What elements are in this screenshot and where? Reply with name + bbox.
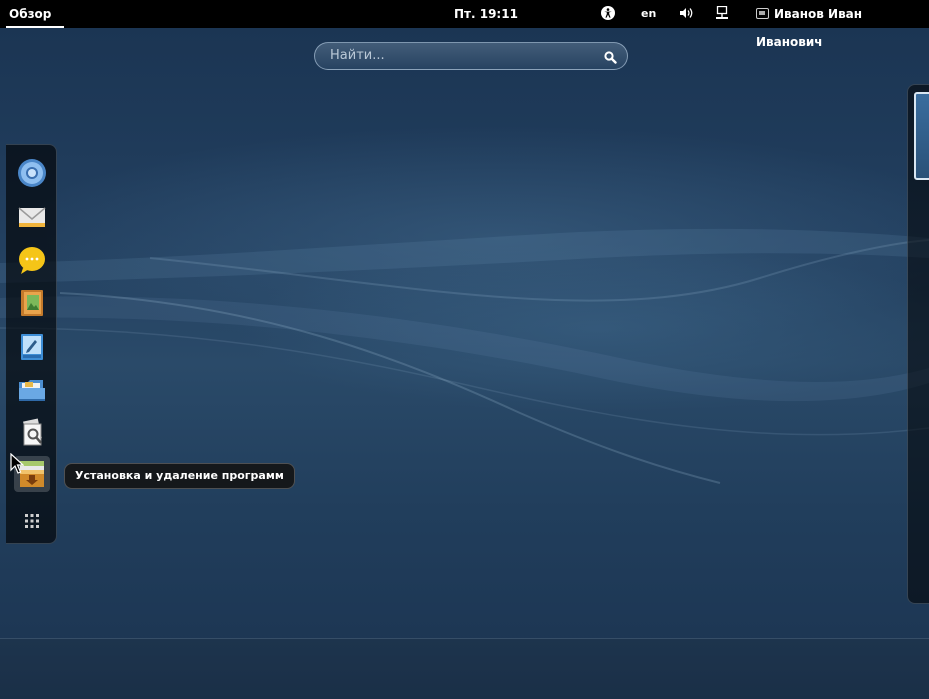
dash-item-mail[interactable] — [16, 201, 48, 233]
folder-icon — [19, 380, 45, 401]
volume-icon[interactable] — [680, 7, 694, 22]
dash-item-files[interactable] — [16, 374, 48, 406]
dash-item-chat[interactable] — [16, 244, 48, 276]
dash-item-text-editor[interactable] — [16, 331, 48, 363]
search-field[interactable]: Найти... — [314, 42, 628, 70]
bottom-panel-strip — [0, 638, 929, 699]
workspace-thumbnail[interactable] — [914, 92, 929, 180]
user-menu[interactable]: Иванов Иван Иванович — [756, 0, 929, 49]
dash — [6, 144, 57, 544]
dash-item-document-viewer[interactable] — [16, 417, 48, 449]
dash-item-photos[interactable] — [16, 287, 48, 319]
network-wired-icon[interactable] — [716, 5, 728, 24]
wallpaper-waves — [0, 228, 929, 484]
mouse-pointer-icon — [10, 452, 25, 479]
dash-item-browser[interactable] — [16, 157, 48, 189]
mail-icon — [18, 207, 46, 227]
search-placeholder: Найти... — [330, 48, 385, 63]
user-status-icon — [756, 8, 769, 19]
chat-icon — [19, 247, 45, 274]
desktop-wallpaper — [0, 28, 929, 699]
activities-button[interactable]: Обзор — [9, 0, 51, 28]
clock[interactable]: Пт. 19:11 — [454, 0, 518, 28]
dash-tooltip: Установка и удаление программ — [64, 463, 295, 489]
show-applications-button[interactable] — [16, 505, 48, 537]
text-editor-icon — [21, 334, 43, 360]
search-icon — [604, 49, 617, 68]
activities-indicator — [6, 26, 64, 28]
keyboard-layout-indicator[interactable]: en — [641, 0, 656, 28]
photo-book-icon — [21, 290, 43, 316]
accessibility-icon[interactable] — [601, 6, 615, 23]
browser-icon — [18, 159, 46, 187]
document-viewer-icon — [23, 418, 42, 446]
top-bar: Обзор Пт. 19:11 en Иванов Иван Иванович — [0, 0, 929, 49]
grid-icon — [25, 514, 39, 528]
